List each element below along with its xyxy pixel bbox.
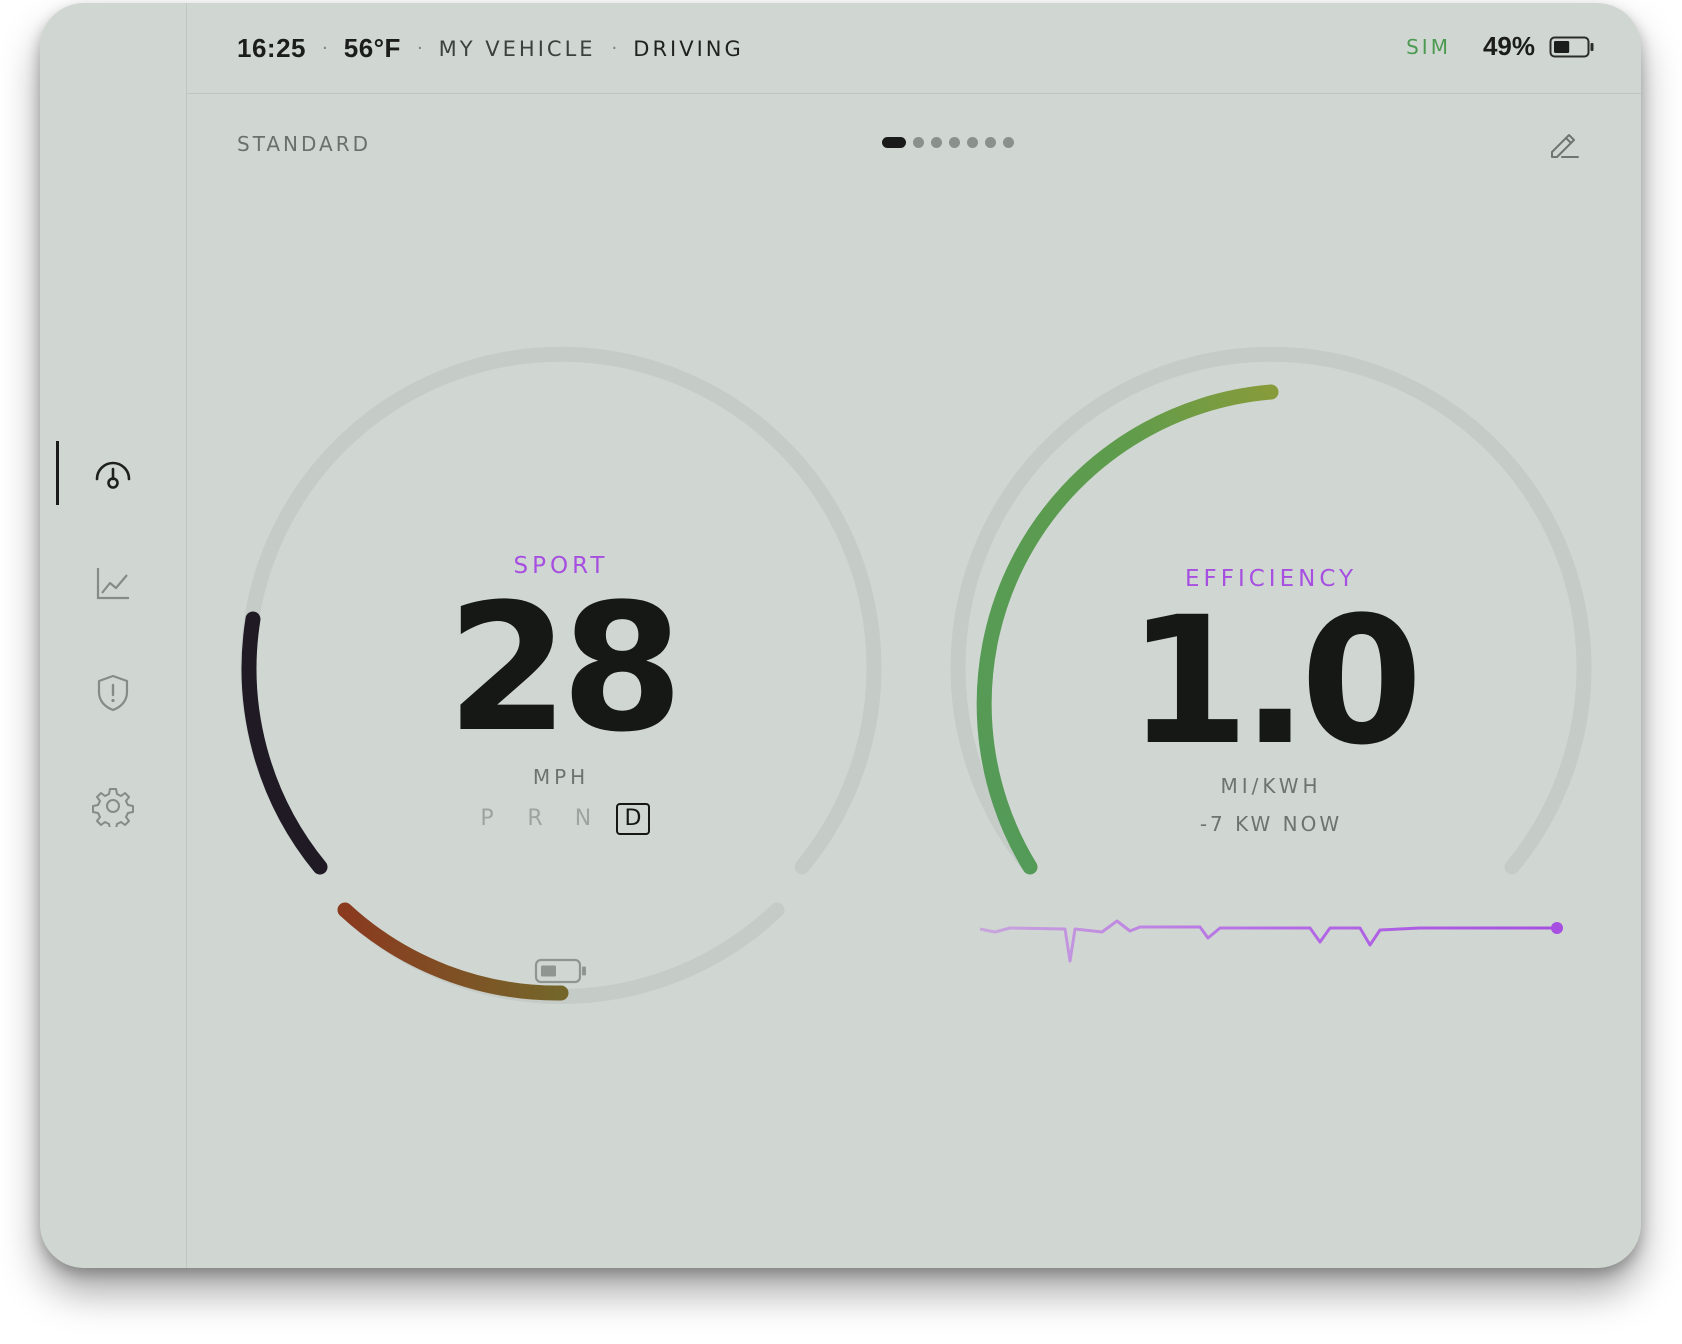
- power-trend-marker: [1551, 922, 1563, 934]
- speed-unit: MPH: [532, 765, 590, 789]
- speed-gauge-fill: [241, 611, 328, 875]
- speed-gauge: SPORT 28 MPH PRND: [348, 553, 774, 835]
- efficiency-value: 1.0: [1127, 579, 1423, 784]
- gear-p[interactable]: P: [472, 803, 502, 835]
- device-frame: 16:25 · 56°F · MY VEHICLE · DRIVING SIM …: [40, 3, 1641, 1268]
- gear-n[interactable]: N: [568, 803, 598, 835]
- speed-value: 28: [446, 566, 684, 771]
- gear-d[interactable]: D: [616, 803, 650, 835]
- regen-gauge-fill: [337, 902, 569, 1001]
- gear-selector: PRND: [348, 803, 774, 835]
- efficiency-unit: MI/KWH: [1220, 774, 1322, 798]
- efficiency-gauge: EFFICIENCY 1.0 MI/KWH -7 KW NOW: [1058, 566, 1484, 836]
- power-now: -7 KW NOW: [1199, 812, 1343, 836]
- power-trend-line: [979, 919, 1557, 963]
- battery-icon: [534, 958, 586, 984]
- gear-r[interactable]: R: [520, 803, 550, 835]
